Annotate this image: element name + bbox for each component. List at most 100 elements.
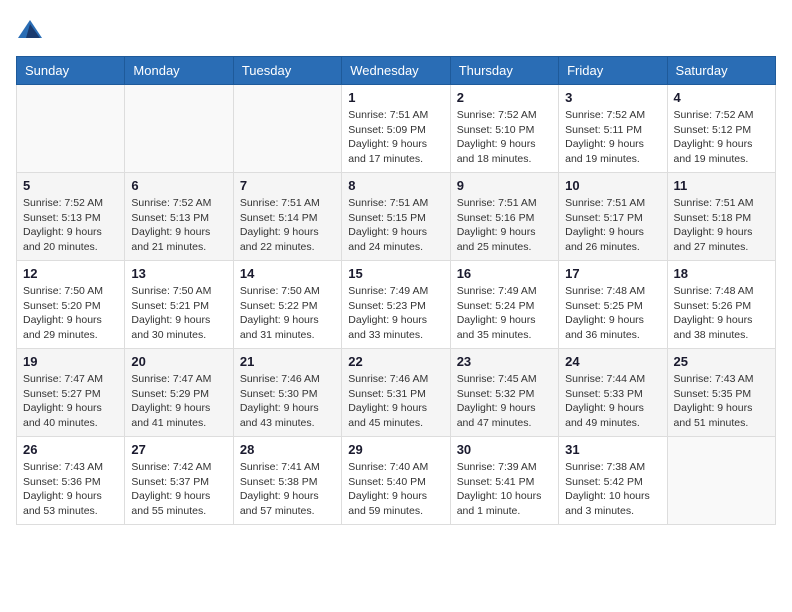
day-number: 5 [23,178,118,193]
day-number: 7 [240,178,335,193]
calendar-cell [17,85,125,173]
day-info: Sunrise: 7:52 AM Sunset: 5:13 PM Dayligh… [131,196,226,255]
day-number: 24 [565,354,660,369]
calendar-cell: 16 Sunrise: 7:49 AM Sunset: 5:24 PM Dayli… [450,261,558,349]
day-number: 12 [23,266,118,281]
day-info: Sunrise: 7:52 AM Sunset: 5:13 PM Dayligh… [23,196,118,255]
day-info: Sunrise: 7:51 AM Sunset: 5:15 PM Dayligh… [348,196,443,255]
calendar-cell: 20 Sunrise: 7:47 AM Sunset: 5:29 PM Dayli… [125,349,233,437]
day-number: 8 [348,178,443,193]
day-number: 6 [131,178,226,193]
day-info: Sunrise: 7:47 AM Sunset: 5:29 PM Dayligh… [131,372,226,431]
calendar-cell: 31Sunrise: 7:38 AM Sunset: 5:42 PM Dayli… [559,437,667,525]
day-number: 25 [674,354,769,369]
calendar-cell [667,437,775,525]
day-info: Sunrise: 7:50 AM Sunset: 5:22 PM Dayligh… [240,284,335,343]
day-info: Sunrise: 7:52 AM Sunset: 5:12 PM Dayligh… [674,108,769,167]
calendar-cell: 29Sunrise: 7:40 AM Sunset: 5:40 PM Dayli… [342,437,450,525]
day-info: Sunrise: 7:45 AM Sunset: 5:32 PM Dayligh… [457,372,552,431]
calendar-cell: 18 Sunrise: 7:48 AM Sunset: 5:26 PM Dayli… [667,261,775,349]
day-info: Sunrise: 7:50 AM Sunset: 5:20 PM Dayligh… [23,284,118,343]
day-info: Sunrise: 7:51 AM Sunset: 5:16 PM Dayligh… [457,196,552,255]
calendar-cell: 24 Sunrise: 7:44 AM Sunset: 5:33 PM Dayli… [559,349,667,437]
day-number: 28 [240,442,335,457]
day-number: 16 [457,266,552,281]
calendar-cell: 26 Sunrise: 7:43 AM Sunset: 5:36 PM Dayli… [17,437,125,525]
day-number: 21 [240,354,335,369]
day-number: 30 [457,442,552,457]
calendar-cell: 21Sunrise: 7:46 AM Sunset: 5:30 PM Dayli… [233,349,341,437]
calendar-cell [125,85,233,173]
calendar-header-thursday: Thursday [450,57,558,85]
day-info: Sunrise: 7:41 AM Sunset: 5:38 PM Dayligh… [240,460,335,519]
day-number: 18 [674,266,769,281]
day-number: 20 [131,354,226,369]
day-info: Sunrise: 7:47 AM Sunset: 5:27 PM Dayligh… [23,372,118,431]
calendar-cell: 12 Sunrise: 7:50 AM Sunset: 5:20 PM Dayli… [17,261,125,349]
calendar-table: SundayMondayTuesdayWednesdayThursdayFrid… [16,56,776,525]
day-number: 29 [348,442,443,457]
day-info: Sunrise: 7:42 AM Sunset: 5:37 PM Dayligh… [131,460,226,519]
day-number: 3 [565,90,660,105]
day-info: Sunrise: 7:39 AM Sunset: 5:41 PM Dayligh… [457,460,552,519]
day-number: 31 [565,442,660,457]
day-number: 11 [674,178,769,193]
calendar-cell: 7 Sunrise: 7:51 AM Sunset: 5:14 PM Daylig… [233,173,341,261]
calendar-cell: 8 Sunrise: 7:51 AM Sunset: 5:15 PM Daylig… [342,173,450,261]
calendar-cell: 1Sunrise: 7:51 AM Sunset: 5:09 PM Daylig… [342,85,450,173]
day-info: Sunrise: 7:51 AM Sunset: 5:17 PM Dayligh… [565,196,660,255]
day-number: 23 [457,354,552,369]
calendar-header-row: SundayMondayTuesdayWednesdayThursdayFrid… [17,57,776,85]
day-info: Sunrise: 7:43 AM Sunset: 5:36 PM Dayligh… [23,460,118,519]
day-info: Sunrise: 7:46 AM Sunset: 5:31 PM Dayligh… [348,372,443,431]
day-info: Sunrise: 7:52 AM Sunset: 5:10 PM Dayligh… [457,108,552,167]
day-number: 15 [348,266,443,281]
calendar-week-5: 26 Sunrise: 7:43 AM Sunset: 5:36 PM Dayli… [17,437,776,525]
calendar-cell: 25 Sunrise: 7:43 AM Sunset: 5:35 PM Dayli… [667,349,775,437]
calendar-header-saturday: Saturday [667,57,775,85]
day-number: 1 [348,90,443,105]
day-number: 9 [457,178,552,193]
calendar-cell: 3 Sunrise: 7:52 AM Sunset: 5:11 PM Daylig… [559,85,667,173]
day-info: Sunrise: 7:51 AM Sunset: 5:18 PM Dayligh… [674,196,769,255]
day-info: Sunrise: 7:44 AM Sunset: 5:33 PM Dayligh… [565,372,660,431]
day-info: Sunrise: 7:50 AM Sunset: 5:21 PM Dayligh… [131,284,226,343]
calendar-cell: 5 Sunrise: 7:52 AM Sunset: 5:13 PM Daylig… [17,173,125,261]
day-number: 22 [348,354,443,369]
calendar-cell: 13 Sunrise: 7:50 AM Sunset: 5:21 PM Dayli… [125,261,233,349]
day-number: 10 [565,178,660,193]
calendar-cell: 17 Sunrise: 7:48 AM Sunset: 5:25 PM Dayli… [559,261,667,349]
calendar-cell: 14 Sunrise: 7:50 AM Sunset: 5:22 PM Dayli… [233,261,341,349]
day-number: 27 [131,442,226,457]
calendar-cell: 9 Sunrise: 7:51 AM Sunset: 5:16 PM Daylig… [450,173,558,261]
day-number: 19 [23,354,118,369]
calendar-cell: 10 Sunrise: 7:51 AM Sunset: 5:17 PM Dayli… [559,173,667,261]
day-info: Sunrise: 7:49 AM Sunset: 5:23 PM Dayligh… [348,284,443,343]
calendar-header-sunday: Sunday [17,57,125,85]
calendar-cell: 2Sunrise: 7:52 AM Sunset: 5:10 PM Daylig… [450,85,558,173]
calendar-cell: 11 Sunrise: 7:51 AM Sunset: 5:18 PM Dayli… [667,173,775,261]
day-number: 14 [240,266,335,281]
calendar-header-tuesday: Tuesday [233,57,341,85]
day-number: 17 [565,266,660,281]
calendar-cell: 28 Sunrise: 7:41 AM Sunset: 5:38 PM Dayli… [233,437,341,525]
calendar-cell: 22 Sunrise: 7:46 AM Sunset: 5:31 PM Dayli… [342,349,450,437]
day-info: Sunrise: 7:51 AM Sunset: 5:14 PM Dayligh… [240,196,335,255]
day-info: Sunrise: 7:52 AM Sunset: 5:11 PM Dayligh… [565,108,660,167]
day-info: Sunrise: 7:48 AM Sunset: 5:26 PM Dayligh… [674,284,769,343]
day-info: Sunrise: 7:48 AM Sunset: 5:25 PM Dayligh… [565,284,660,343]
calendar-cell: 27 Sunrise: 7:42 AM Sunset: 5:37 PM Dayli… [125,437,233,525]
calendar-header-wednesday: Wednesday [342,57,450,85]
calendar-header-monday: Monday [125,57,233,85]
calendar-cell: 15 Sunrise: 7:49 AM Sunset: 5:23 PM Dayli… [342,261,450,349]
day-number: 26 [23,442,118,457]
calendar-cell [233,85,341,173]
day-number: 13 [131,266,226,281]
day-info: Sunrise: 7:49 AM Sunset: 5:24 PM Dayligh… [457,284,552,343]
calendar-week-1: 1Sunrise: 7:51 AM Sunset: 5:09 PM Daylig… [17,85,776,173]
calendar-week-4: 19 Sunrise: 7:47 AM Sunset: 5:27 PM Dayli… [17,349,776,437]
calendar-cell: 4 Sunrise: 7:52 AM Sunset: 5:12 PM Daylig… [667,85,775,173]
day-info: Sunrise: 7:43 AM Sunset: 5:35 PM Dayligh… [674,372,769,431]
calendar-week-2: 5 Sunrise: 7:52 AM Sunset: 5:13 PM Daylig… [17,173,776,261]
day-number: 4 [674,90,769,105]
